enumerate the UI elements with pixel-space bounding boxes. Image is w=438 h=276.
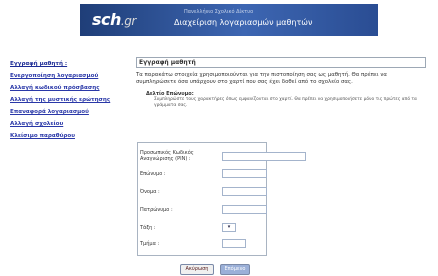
chevron-down-icon: ▾ <box>227 224 231 230</box>
fathername-input[interactable] <box>222 205 267 214</box>
fathername-label: Πατρώνυμο : <box>140 207 173 213</box>
pin-label: Προσωπικός Κωδικός Αναγνώρισης (PIN) : <box>140 150 194 162</box>
pin-input[interactable] <box>222 152 306 161</box>
main-content: Εγγραφή μαθητή Τα παρακάτω στοιχεία χρησ… <box>136 57 426 108</box>
sidebar-item-register[interactable]: Εγγραφή μαθητή : <box>10 58 110 70</box>
back-button[interactable]: Ακύρωση <box>180 264 214 275</box>
surname-input[interactable] <box>222 169 267 178</box>
section-label: Τμήμα : <box>140 241 160 247</box>
sidebar-item-restore[interactable]: Επαναφορά λογαριασμού <box>10 106 110 118</box>
intro-text: Τα παρακάτω στοιχεία χρησιμοποιούνται γι… <box>136 72 387 85</box>
surname-label: Επώνυμο : <box>140 171 166 177</box>
sch-logo: sch.gr <box>92 10 136 29</box>
bullet-text: Συμπληρώστε τους χαρακτήρες όπως εμφανίζ… <box>154 97 417 108</box>
firstname-label: Όνομα : <box>140 189 160 195</box>
class-label: Τάξη : <box>140 225 156 231</box>
sidebar-item-change-password[interactable]: Αλλαγή κωδικού πρόσβασης <box>10 82 110 94</box>
firstname-input[interactable] <box>222 187 267 196</box>
sidebar-item-change-school[interactable]: Αλλαγή σχολείου <box>10 118 110 130</box>
registration-form: Προσωπικός Κωδικός Αναγνώρισης (PIN) : Ε… <box>137 142 306 256</box>
sidebar-item-close[interactable]: Κλείσιμο παραθύρου <box>10 130 110 142</box>
class-select[interactable]: ▾ <box>222 223 236 232</box>
sidebar-item-change-question[interactable]: Αλλαγή της μυστικής ερώτησης <box>10 94 110 106</box>
header-banner: sch.gr Πανελλήνιο Σχολικό Δίκτυο Διαχείρ… <box>80 4 378 36</box>
info-bullet: Δελτίο Επώνυμο: Συμπληρώστε τους χαρακτή… <box>136 91 426 108</box>
next-button[interactable]: Επόμενο <box>220 264 250 275</box>
section-input[interactable] <box>222 239 246 248</box>
sidebar: Εγγραφή μαθητή : Ενεργοποίηση λογαριασμο… <box>10 58 110 142</box>
org-name: Πανελλήνιο Σχολικό Δίκτυο <box>184 9 254 15</box>
app-title: Διαχείριση λογαριασμών μαθητών <box>174 18 313 27</box>
page-title: Εγγραφή μαθητή <box>136 57 426 68</box>
sidebar-item-activate[interactable]: Ενεργοποίηση λογαριασμού <box>10 70 110 82</box>
